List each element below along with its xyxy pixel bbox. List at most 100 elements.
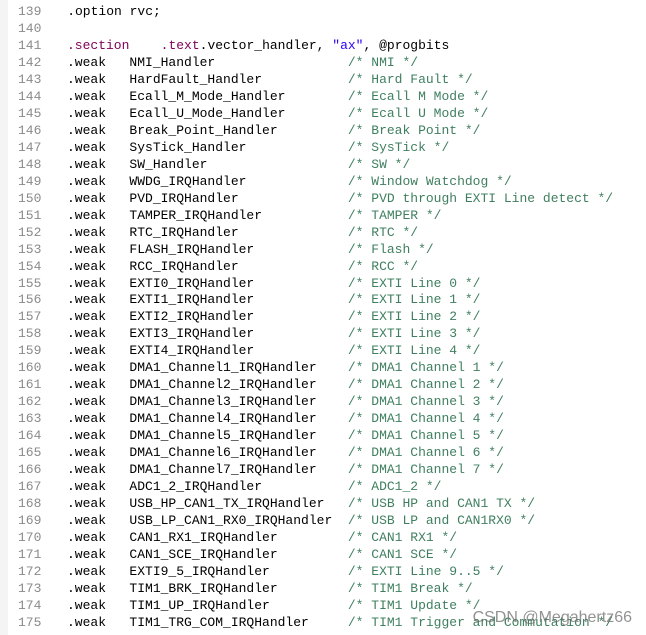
code-token: .weak Ecall_U_Mode_Handler xyxy=(67,105,348,121)
code-token: .weak SW_Handler xyxy=(67,156,348,172)
code-comment: /* Break Point */ xyxy=(347,122,481,138)
code-text: .weak Ecall_M_Mode_Handler /* Ecall M Mo… xyxy=(67,88,488,105)
watermark: CSDN @Megahertz66 xyxy=(472,609,632,626)
code-line[interactable]: 163 .weak DMA1_Channel4_IRQHandler /* DMA… xyxy=(0,410,646,427)
code-comment: /* USB LP and CAN1RX0 */ xyxy=(347,513,536,529)
code-comment: /* TIM1 Break */ xyxy=(347,580,473,596)
code-line[interactable]: 161 .weak DMA1_Channel2_IRQHandler /* DMA… xyxy=(0,376,646,393)
code-text: .weak TAMPER_IRQHandler /* TAMPER */ xyxy=(67,207,441,224)
code-text: .weak EXTI4_IRQHandler /* EXTI Line 4 */ xyxy=(67,342,480,359)
code-line[interactable]: 149 .weak WWDG_IRQHandler /* Window Watch… xyxy=(0,173,646,190)
code-line[interactable]: 148 .weak SW_Handler /* SW */ xyxy=(0,156,646,173)
code-line[interactable]: 172 .weak EXTI9_5_IRQHandler /* EXTI Line… xyxy=(0,563,646,580)
code-comment: /* Hard Fault */ xyxy=(347,71,473,87)
code-text: .weak EXTI2_IRQHandler /* EXTI Line 2 */ xyxy=(67,308,480,325)
code-token: .weak TIM1_BRK_IRQHandler xyxy=(67,580,348,596)
code-text: .section .text.vector_handler, "ax", @pr… xyxy=(67,37,449,54)
code-comment: /* SW */ xyxy=(347,156,411,172)
code-line[interactable]: 155 .weak EXTI0_IRQHandler /* EXTI Line 0… xyxy=(0,275,646,292)
code-line[interactable]: 159 .weak EXTI4_IRQHandler /* EXTI Line 4… xyxy=(0,342,646,359)
code-line[interactable]: 162 .weak DMA1_Channel3_IRQHandler /* DMA… xyxy=(0,393,646,410)
code-line[interactable]: 164 .weak DMA1_Channel5_IRQHandler /* DMA… xyxy=(0,427,646,444)
code-token: .weak USB_LP_CAN1_RX0_IRQHandler xyxy=(67,513,348,529)
code-line[interactable]: 170 .weak CAN1_RX1_IRQHandler /* CAN1 RX1… xyxy=(0,529,646,546)
code-line[interactable]: 158 .weak EXTI3_IRQHandler /* EXTI Line 3… xyxy=(0,325,646,342)
code-text: .option rvc; xyxy=(36,3,161,20)
code-line[interactable]: 156 .weak EXTI1_IRQHandler /* EXTI Line 1… xyxy=(0,291,646,308)
code-line[interactable]: 173 .weak TIM1_BRK_IRQHandler /* TIM1 Bre… xyxy=(0,580,646,597)
code-text: .weak CAN1_RX1_IRQHandler /* CAN1 RX1 */ xyxy=(67,529,457,546)
line-number: 146 xyxy=(18,122,42,138)
code-line[interactable]: 145 .weak Ecall_U_Mode_Handler /* Ecall U… xyxy=(0,105,646,122)
code-line[interactable]: 160 .weak DMA1_Channel1_IRQHandler /* DMA… xyxy=(0,359,646,376)
code-line[interactable]: 167 .weak ADC1_2_IRQHandler /* ADC1_2 */ xyxy=(0,478,646,495)
code-token: .weak TIM1_TRG_COM_IRQHandler xyxy=(67,614,348,630)
code-text: .weak DMA1_Channel5_IRQHandler /* DMA1 C… xyxy=(67,427,504,444)
code-line[interactable]: 140 xyxy=(0,20,646,37)
code-line[interactable]: 166 .weak DMA1_Channel7_IRQHandler /* DMA… xyxy=(0,461,646,478)
line-number: 143 xyxy=(18,71,42,87)
code-line[interactable]: 169 .weak USB_LP_CAN1_RX0_IRQHandler /* U… xyxy=(0,512,646,529)
line-number: 148 xyxy=(18,156,42,172)
line-number: 142 xyxy=(18,54,42,70)
code-comment: /* Ecall M Mode */ xyxy=(347,88,489,104)
code-token: .weak EXTI3_IRQHandler xyxy=(67,326,348,342)
code-comment: /* TAMPER */ xyxy=(347,207,442,223)
code-line[interactable]: 142 .weak NMI_Handler /* NMI */ xyxy=(0,54,646,71)
code-text: .weak Ecall_U_Mode_Handler /* Ecall U Mo… xyxy=(67,105,488,122)
line-number: 161 xyxy=(18,377,42,393)
code-text: .weak SW_Handler /* SW */ xyxy=(67,156,410,173)
code-token: .weak RTC_IRQHandler xyxy=(67,224,348,240)
code-line[interactable]: 165 .weak DMA1_Channel6_IRQHandler /* DMA… xyxy=(0,444,646,461)
code-comment: /* USB HP and CAN1 TX */ xyxy=(347,496,536,512)
code-token: .weak NMI_Handler xyxy=(67,54,348,70)
line-number: 144 xyxy=(18,88,42,104)
line-number: 169 xyxy=(18,513,42,529)
code-directive: .section xyxy=(67,37,130,53)
code-comment: /* RCC */ xyxy=(347,258,419,274)
code-comment: /* EXTI Line 3 */ xyxy=(347,326,481,342)
code-comment: /* DMA1 Channel 2 */ xyxy=(347,377,504,393)
code-line[interactable]: 147 .weak SysTick_Handler /* SysTick */ xyxy=(0,139,646,156)
code-line[interactable]: 152 .weak RTC_IRQHandler /* RTC */ xyxy=(0,224,646,241)
code-text: .weak EXTI9_5_IRQHandler /* EXTI Line 9.… xyxy=(67,563,504,580)
code-line[interactable]: 144 .weak Ecall_M_Mode_Handler /* Ecall M… xyxy=(0,88,646,105)
line-number: 165 xyxy=(18,445,42,461)
code-line[interactable]: 157 .weak EXTI2_IRQHandler /* EXTI Line 2… xyxy=(0,308,646,325)
code-token: .weak EXTI4_IRQHandler xyxy=(67,343,348,359)
line-number: 149 xyxy=(18,173,42,189)
code-comment: /* ADC1_2 */ xyxy=(347,479,442,495)
code-line[interactable]: 151 .weak TAMPER_IRQHandler /* TAMPER */ xyxy=(0,207,646,224)
line-number: 163 xyxy=(18,411,42,427)
code-line[interactable]: 143 .weak HardFault_Handler /* Hard Fault… xyxy=(0,71,646,88)
code-line[interactable]: 139 .option rvc; xyxy=(0,3,646,20)
code-line[interactable]: 168 .weak USB_HP_CAN1_TX_IRQHandler /* US… xyxy=(0,495,646,512)
code-editor[interactable]: 139 .option rvc; 140 141 .section .text.vec… xyxy=(0,3,646,631)
line-number: 166 xyxy=(18,462,42,478)
code-text: .weak RTC_IRQHandler /* RTC */ xyxy=(67,224,418,241)
code-line[interactable]: 171 .weak CAN1_SCE_IRQHandler /* CAN1 SCE… xyxy=(0,546,646,563)
line-number: 168 xyxy=(18,496,42,512)
line-number: 170 xyxy=(18,530,42,546)
code-line[interactable]: 141 .section .text.vector_handler, "ax", … xyxy=(0,37,646,54)
code-comment: /* Ecall U Mode */ xyxy=(347,105,489,121)
code-text: .weak EXTI1_IRQHandler /* EXTI Line 1 */ xyxy=(67,291,480,308)
code-text: .weak ADC1_2_IRQHandler /* ADC1_2 */ xyxy=(67,478,441,495)
code-comment: /* EXTI Line 4 */ xyxy=(347,343,481,359)
code-text: .weak USB_LP_CAN1_RX0_IRQHandler /* USB … xyxy=(67,512,535,529)
code-string: "ax" xyxy=(332,37,364,53)
code-directive: .text xyxy=(160,37,200,53)
code-comment: /* NMI */ xyxy=(347,54,419,70)
code-line[interactable]: 154 .weak RCC_IRQHandler /* RCC */ xyxy=(0,258,646,275)
code-line[interactable]: 146 .weak Break_Point_Handler /* Break Po… xyxy=(0,122,646,139)
code-token: .weak TAMPER_IRQHandler xyxy=(67,207,348,223)
line-number: 154 xyxy=(18,258,42,274)
code-text: .weak USB_HP_CAN1_TX_IRQHandler /* USB H… xyxy=(67,495,535,512)
code-line[interactable]: 153 .weak FLASH_IRQHandler /* Flash */ xyxy=(0,241,646,258)
line-number: 152 xyxy=(18,224,42,240)
code-token: .weak EXTI9_5_IRQHandler xyxy=(67,563,348,579)
code-line[interactable]: 150 .weak PVD_IRQHandler /* PVD through E… xyxy=(0,190,646,207)
code-comment: /* EXTI Line 9..5 */ xyxy=(347,563,504,579)
line-number: 151 xyxy=(18,207,42,223)
